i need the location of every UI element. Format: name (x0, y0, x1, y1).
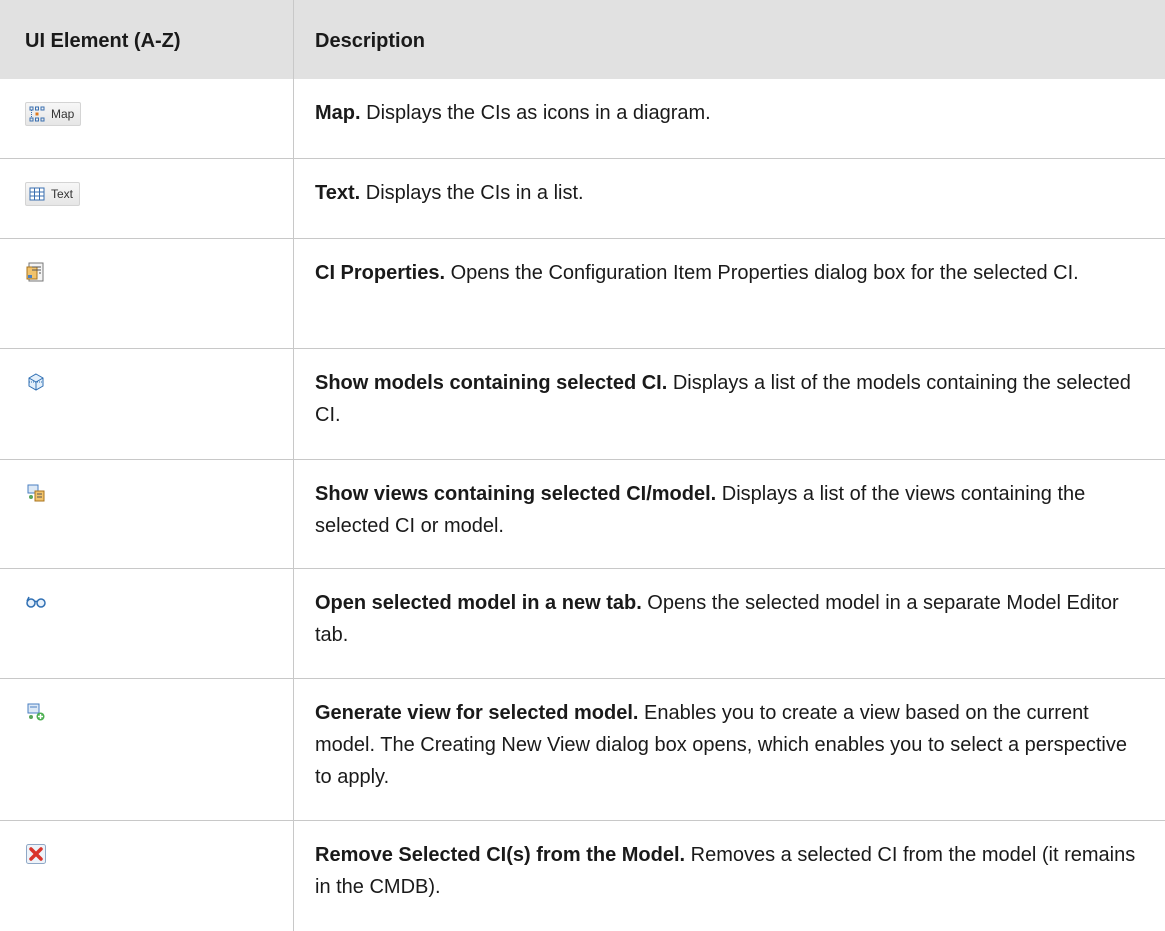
row-title: Remove Selected CI(s) from the Model. (315, 844, 686, 866)
row-text: Opens the Configuration Item Properties … (445, 262, 1079, 284)
table-row: Text Text. Displays the CIs in a list. (0, 159, 1165, 239)
remove-ci-icon[interactable] (25, 843, 47, 865)
text-button-label: Text (51, 187, 74, 201)
header-ui-element: UI Element (A-Z) (0, 0, 294, 79)
row-title: Map. (315, 102, 361, 124)
header-description: Description (315, 30, 426, 52)
table-row: Map Map. Displays the CIs as icons in a … (0, 79, 1165, 159)
views-icon[interactable] (25, 482, 47, 504)
row-title: Open selected model in a new tab. (315, 592, 642, 614)
row-title: Show models containing selected CI. (315, 372, 668, 394)
text-grid-icon (29, 186, 45, 202)
row-text: Displays the CIs in a list. (360, 182, 584, 204)
table-row: Show views containing selected CI/model.… (0, 460, 1165, 569)
map-button[interactable]: Map (25, 102, 82, 126)
row-text: Displays the CIs as icons in a diagram. (360, 102, 711, 124)
table-row: Remove Selected CI(s) from the Model. Re… (0, 821, 1165, 931)
map-icon (29, 106, 45, 122)
map-button-label: Map (51, 107, 75, 121)
row-title: Show views containing selected CI/model. (315, 483, 717, 505)
row-title: Generate view for selected model. (315, 702, 639, 724)
table-row: CI Properties. Opens the Configuration I… (0, 239, 1165, 349)
models-cube-icon[interactable] (25, 371, 47, 393)
table-row: Show models containing selected CI. Disp… (0, 349, 1165, 460)
table-header-row: UI Element (A-Z) Description (0, 0, 1165, 79)
glasses-icon[interactable] (25, 591, 47, 613)
row-title: Text. (315, 182, 361, 204)
table-row: Generate view for selected model. Enable… (0, 679, 1165, 821)
ci-properties-icon[interactable] (25, 261, 47, 283)
text-button[interactable]: Text (25, 182, 81, 206)
table-row: Open selected model in a new tab. Opens … (0, 569, 1165, 679)
row-title: CI Properties. (315, 262, 446, 284)
generate-view-icon[interactable] (25, 701, 47, 723)
ui-elements-table: UI Element (A-Z) Description Map Map. Di… (0, 0, 1165, 931)
